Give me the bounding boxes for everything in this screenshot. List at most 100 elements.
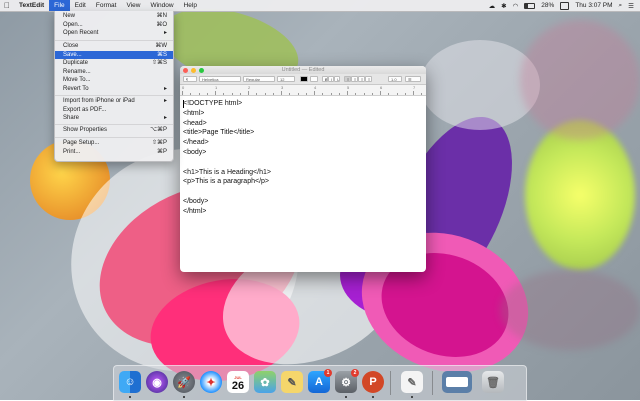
ruler-tick	[330, 93, 332, 95]
photos-icon[interactable]: ✿	[254, 371, 276, 393]
dock: ☺ ◉ 🚀 ✦ JUL 26 ✿ ✎ A1 ⚙ 2 P ✎ 🗑	[113, 365, 527, 401]
text-line: <!DOCTYPE html>	[183, 100, 243, 107]
app-menu[interactable]: TextEdit	[14, 0, 49, 11]
menu-separator	[55, 124, 173, 125]
notes-icon[interactable]: ✎	[281, 371, 303, 393]
ruler-tick	[305, 93, 307, 95]
safari-icon[interactable]: ✦	[200, 371, 222, 393]
ruler-label: 3	[281, 85, 284, 90]
running-indicator	[129, 396, 131, 398]
ruler-label: 2	[248, 85, 251, 90]
text-line: <head>	[183, 119, 207, 127]
menu-format[interactable]: Format	[91, 0, 122, 11]
file-menu-dropdown: New ⌘N Open... ⌘O Open Recent ▸ Close ⌘W Sav…	[54, 11, 174, 162]
format-toolbar: ¶ Helvetica Regular 12 B I U ≡ ≡ ≡ ≡ 1.0…	[180, 74, 426, 85]
notification-center-icon[interactable]: ☰	[628, 2, 634, 10]
text-line: <p>This is a paragraph</p>	[183, 178, 270, 186]
text-color-swatch[interactable]	[300, 76, 308, 82]
ruler-tick	[338, 93, 340, 95]
menu-item-export-pdf[interactable]: Export as PDF...	[55, 106, 173, 115]
wifi-icon[interactable]: ◠	[513, 2, 519, 10]
dock-separator	[390, 371, 391, 395]
dock-separator	[432, 371, 433, 395]
menu-item-import[interactable]: Import from iPhone or iPad ▸	[55, 97, 173, 106]
text-line: <body>	[183, 148, 207, 156]
finder-icon[interactable]: ☺	[119, 371, 141, 393]
powerpoint-icon[interactable]: P	[362, 371, 384, 393]
font-size-popup[interactable]: 12	[277, 76, 295, 82]
align-left-button[interactable]: ≡	[344, 76, 351, 82]
menu-item-open-recent[interactable]: Open Recent ▸	[55, 29, 173, 38]
trash-icon[interactable]: 🗑	[482, 371, 504, 393]
menu-item-new[interactable]: New ⌘N	[55, 12, 173, 21]
menu-help[interactable]: Help	[179, 0, 202, 11]
highlight-color-swatch[interactable]	[310, 76, 318, 82]
launchpad-icon[interactable]: 🚀	[173, 371, 195, 393]
menu-item-show-properties[interactable]: Show Properties ⌥⌘P	[55, 126, 173, 135]
ruler-tick	[355, 93, 357, 95]
menu-item-page-setup[interactable]: Page Setup... ⇧⌘P	[55, 139, 173, 148]
ruler-tick	[264, 93, 266, 95]
ruler-tick	[256, 93, 258, 95]
app-store-icon[interactable]: A1	[308, 369, 332, 393]
ruler-tick	[182, 91, 183, 95]
ruler-tick	[297, 93, 299, 95]
justify-button[interactable]: ≡	[365, 76, 372, 82]
airplay-icon[interactable]	[560, 1, 570, 10]
menu-item-open[interactable]: Open... ⌘O	[55, 21, 173, 30]
align-right-button[interactable]: ≡	[358, 76, 365, 82]
line-spacing-popup[interactable]: 1.0	[388, 76, 402, 82]
menu-item-duplicate[interactable]: Duplicate ⇧⌘S	[55, 59, 173, 68]
ruler[interactable]: 0 1 2 3 4 5 6 7	[180, 85, 426, 96]
font-weight-popup[interactable]: Regular	[243, 76, 275, 82]
menu-item-close[interactable]: Close ⌘W	[55, 42, 173, 51]
menu-window[interactable]: Window	[145, 0, 178, 11]
clock[interactable]: Thu 3:07 PM	[575, 2, 612, 9]
ruler-tick	[281, 91, 282, 95]
menu-item-save[interactable]: Save... ⌘S	[55, 50, 173, 59]
minimized-window-icon[interactable]	[442, 371, 472, 393]
ruler-tick	[198, 93, 200, 95]
cloud-icon[interactable]: ☁	[489, 2, 496, 10]
battery-icon[interactable]	[524, 2, 536, 9]
ruler-label: 4	[314, 85, 317, 90]
menu-item-share[interactable]: Share ▸	[55, 114, 173, 123]
calendar-icon[interactable]: JUL 26	[227, 371, 249, 393]
menu-view[interactable]: View	[121, 0, 145, 11]
menu-edit[interactable]: Edit	[70, 0, 91, 11]
menu-item-revert-to[interactable]: Revert To ▸	[55, 85, 173, 94]
bluetooth-icon[interactable]: ✱	[501, 2, 506, 10]
ruler-tick	[314, 91, 315, 95]
ruler-label: 5	[347, 85, 350, 90]
align-center-button[interactable]: ≡	[351, 76, 358, 82]
ruler-tick	[239, 93, 241, 95]
ruler-tick	[223, 93, 225, 95]
ruler-label: 7	[413, 85, 416, 90]
ruler-tick	[215, 91, 216, 95]
paragraph-style-popup[interactable]: ¶	[183, 76, 197, 82]
search-icon[interactable]: ⌕	[619, 2, 623, 10]
ruler-tick	[363, 93, 365, 95]
ruler-tick	[347, 91, 348, 95]
document-text-area[interactable]: <!DOCTYPE html> <html> <head> <title>Pag…	[183, 99, 423, 217]
ruler-label: 6	[380, 85, 383, 90]
siri-icon[interactable]: ◉	[146, 371, 168, 393]
font-family-popup[interactable]: Helvetica	[199, 76, 241, 82]
ruler-label: 0	[182, 85, 185, 90]
apple-menu-icon[interactable]: 	[0, 1, 14, 10]
textedit-window: Untitled — Edited ¶ Helvetica Regular 12…	[180, 66, 426, 272]
system-preferences-icon[interactable]: ⚙ 2	[335, 369, 359, 393]
running-indicator	[345, 396, 347, 398]
battery-percent: 28%	[541, 2, 555, 9]
menu-item-rename[interactable]: Rename...	[55, 68, 173, 77]
menu-item-move-to[interactable]: Move To...	[55, 76, 173, 85]
running-indicator	[372, 396, 374, 398]
window-title: Untitled — Edited	[281, 67, 325, 73]
textedit-icon[interactable]: ✎	[401, 371, 423, 393]
text-line: </head>	[183, 139, 209, 147]
underline-button[interactable]: U	[334, 76, 340, 82]
window-titlebar[interactable]: Untitled — Edited	[180, 66, 426, 74]
menu-item-print[interactable]: Print... ⌘P	[55, 148, 173, 157]
list-style-popup[interactable]: ☰	[405, 76, 421, 82]
menu-file[interactable]: File	[49, 0, 70, 11]
